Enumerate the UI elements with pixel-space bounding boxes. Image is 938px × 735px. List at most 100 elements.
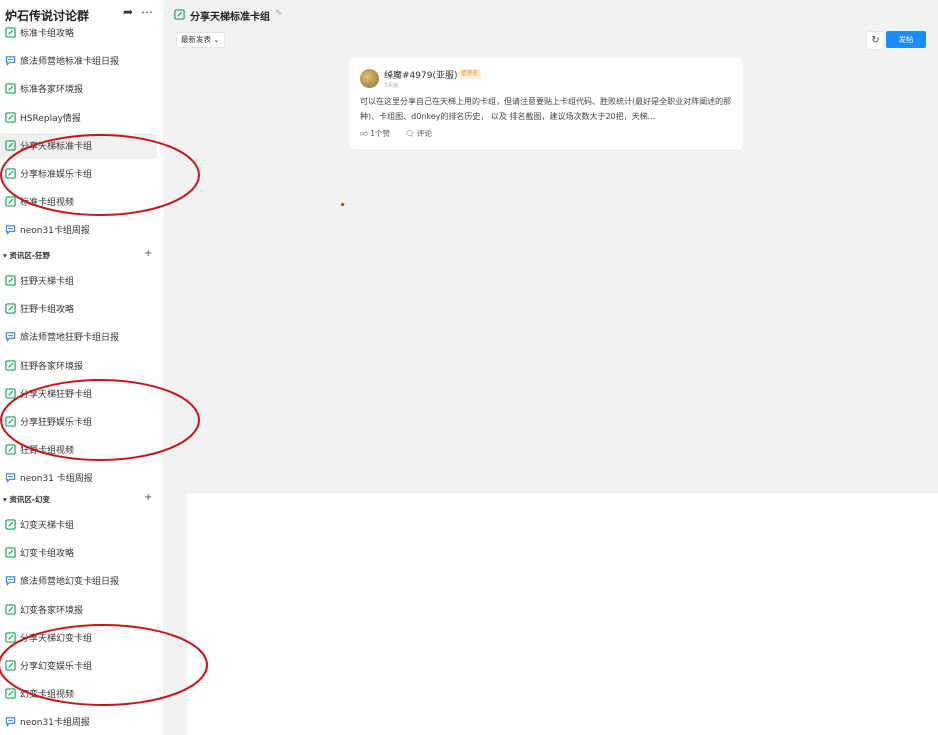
post-card[interactable]: 绰魔#4979(亚服) 管理员 3天前 可以在这里分享自己在天梯上用的卡组，但请…	[349, 58, 743, 149]
share-arrow-icon[interactable]: ➦	[123, 5, 133, 19]
channel-label: 标准各家环境报	[20, 85, 84, 96]
sidebar-channel-item[interactable]: 旅法师营地标准卡组日报	[0, 48, 157, 74]
doc-edit-icon	[5, 632, 16, 643]
channel-label: 幻变卡组攻略	[20, 549, 75, 560]
add-channel-button[interactable]: +	[144, 492, 152, 503]
comment-label: 评论	[416, 129, 432, 138]
doc-edit-icon	[5, 660, 16, 671]
sidebar-channel-item[interactable]: neon31 卡组周报	[0, 465, 157, 491]
channel-label: 旅法师营地幻变卡组日报	[20, 577, 120, 588]
sidebar-channel-item[interactable]: 分享标准娱乐卡组	[0, 161, 157, 187]
channel-label: 旅法师营地狂野卡组日报	[20, 333, 120, 344]
channel-label: HSReplay情报	[20, 113, 81, 124]
channel-label: 狂野卡组攻略	[20, 305, 75, 316]
chat-icon	[5, 56, 16, 67]
doc-edit-icon	[5, 519, 16, 530]
channel-label: neon31卡组周报	[20, 226, 90, 237]
chat-icon	[5, 332, 16, 343]
sidebar-channel-item[interactable]: 分享幻变娱乐卡组	[0, 653, 157, 679]
sort-dropdown[interactable]: 最新发表 ⌄	[176, 32, 225, 48]
refresh-button[interactable]: ↻	[866, 31, 885, 50]
channel-label: 旅法师营地标准卡组日报	[20, 57, 120, 68]
chat-icon	[5, 576, 16, 587]
sidebar-channel-item[interactable]: 幻变卡组攻略	[0, 540, 157, 566]
add-channel-button[interactable]: +	[144, 248, 152, 259]
chat-icon	[5, 225, 16, 236]
sidebar-channel-item[interactable]: 幻变卡组视频	[0, 681, 157, 707]
doc-edit-icon	[5, 196, 16, 207]
doc-edit-icon	[5, 444, 16, 455]
section-wild[interactable]: ▾ 资讯区-狂野 +	[0, 248, 157, 264]
comment-icon: 🗨︎	[405, 129, 415, 138]
channel-label: 标准卡组攻略	[20, 29, 75, 39]
channel-label: 分享狂野娱乐卡组	[20, 418, 93, 428]
channel-label: 标准卡组视频	[20, 198, 75, 209]
like-button[interactable]: 👍︎ 1个赞	[360, 128, 390, 139]
sidebar-channel-item[interactable]: 分享狂野娱乐卡组	[0, 409, 157, 435]
sidebar-channel-item[interactable]: 狂野卡组视频	[0, 437, 157, 463]
doc-edit-icon	[5, 688, 16, 699]
sidebar-channel-item[interactable]: 幻变天梯卡组	[0, 512, 157, 538]
sidebar-channel-item[interactable]: 旅法师营地幻变卡组日报	[0, 568, 157, 594]
sidebar-channel-item[interactable]: 分享天梯标准卡组	[0, 132, 157, 159]
post-time: 3天前	[384, 83, 399, 89]
sidebar-channel-item[interactable]: 标准卡组视频	[0, 189, 157, 215]
post-author[interactable]: 绰魔#4979(亚服)	[384, 68, 457, 81]
sidebar-channel-item[interactable]: 狂野各家环境报	[0, 353, 157, 379]
doc-edit-icon	[5, 111, 16, 123]
chat-icon	[5, 717, 16, 728]
section-label: ▾ 资讯区-狂野	[3, 251, 50, 260]
sidebar-channel-item[interactable]: HSReplay情报	[0, 105, 157, 131]
sidebar-channel-item[interactable]: 狂野天梯卡组	[0, 268, 157, 294]
doc-edit-icon	[5, 547, 16, 558]
blank-area	[187, 493, 938, 735]
channel-label: neon31卡组周报	[20, 718, 90, 729]
post-excerpt: 可以在这里分享自己在天梯上用的卡组，但请注意要贴上卡组代码、胜败统计(最好是全职…	[360, 97, 732, 121]
channel-label: neon31 卡组周报	[20, 474, 93, 485]
page-title: 分享天梯标准卡组	[190, 12, 270, 23]
channel-label: 狂野卡组视频	[20, 446, 75, 457]
chat-icon	[5, 473, 16, 484]
doc-edit-icon	[5, 168, 16, 179]
sidebar-channel-item[interactable]: 分享天梯幻变卡组	[0, 625, 157, 651]
doc-edit-icon	[5, 303, 16, 314]
doc-edit-icon	[5, 416, 16, 427]
sidebar-channel-item[interactable]: 幻变各家环境报	[0, 597, 157, 623]
doc-edit-icon	[174, 9, 185, 20]
sidebar-channel-item[interactable]: 标准各家环境报	[0, 76, 157, 102]
like-count: 1个赞	[370, 129, 391, 138]
channel-label: 幻变各家环境报	[20, 605, 84, 616]
channel-label: 狂野天梯卡组	[20, 277, 75, 287]
role-badge: 管理员	[458, 69, 481, 79]
comment-button[interactable]: 🗨︎ 评论	[405, 128, 432, 139]
channel-label: 分享天梯标准卡组	[20, 141, 93, 152]
doc-edit-icon	[5, 603, 16, 615]
channel-header: 分享天梯标准卡组 ✎	[163, 0, 938, 28]
doc-edit-icon	[5, 359, 16, 371]
sidebar-channel-item[interactable]: 旅法师营地狂野卡组日报	[0, 324, 157, 350]
doc-edit-icon	[5, 275, 16, 286]
doc-edit-icon	[5, 27, 16, 38]
channel-label: 幻变天梯卡组	[20, 521, 75, 531]
section-twist[interactable]: ▾ 资讯区-幻变 +	[0, 492, 157, 508]
sidebar-channel-item[interactable]: neon31卡组周报	[0, 217, 157, 243]
doc-edit-icon	[5, 83, 16, 95]
channel-label: 狂野各家环境报	[20, 361, 84, 372]
channel-sidebar: 炉石传说讨论群 ➦ ⋯ 标准卡组攻略 旅法师营地标准卡组日报 标准各家环境报 HSRe…	[0, 0, 163, 735]
channel-label: 分享天梯幻变卡组	[20, 633, 93, 644]
sidebar-channel-item[interactable]: neon31卡组周报	[0, 709, 157, 735]
thumbs-up-icon: 👍︎	[360, 129, 368, 138]
more-dots-icon[interactable]: ⋯	[141, 5, 153, 19]
sidebar-channel-item[interactable]: 标准卡组攻略	[0, 20, 157, 46]
edit-title-icon[interactable]: ✎	[275, 9, 283, 19]
sidebar-channel-item[interactable]: 狂野卡组攻略	[0, 296, 157, 322]
sidebar-channel-item[interactable]: 分享天梯狂野卡组	[0, 381, 157, 407]
avatar[interactable]	[360, 69, 379, 88]
post-button[interactable]: 发帖	[886, 31, 926, 48]
cursor-dot	[341, 203, 344, 206]
channel-label: 分享幻变娱乐卡组	[20, 662, 93, 672]
section-label: ▾ 资讯区-幻变	[3, 495, 50, 504]
doc-edit-icon	[5, 388, 16, 399]
channel-label: 幻变卡组视频	[20, 690, 75, 701]
main-panel: 分享天梯标准卡组 ✎ 最新发表 ⌄ ↻ 发帖 绰魔#4979(亚服) 管理员 3…	[163, 0, 938, 735]
